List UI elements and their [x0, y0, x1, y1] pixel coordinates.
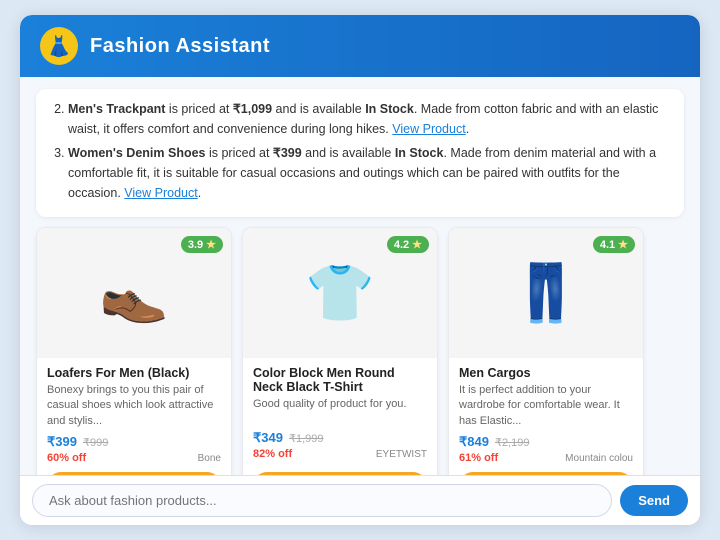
rating-star-1: ★ [412, 238, 422, 251]
rating-star-2: ★ [618, 238, 628, 251]
discount-2: 61% off [459, 452, 498, 464]
item3-view-link[interactable]: View Product [124, 186, 197, 200]
price-current-2: ₹849 [459, 434, 489, 450]
product-card-0: 👞 3.9 ★ Loafers For Men (Black) Bonexy b… [36, 227, 232, 475]
product-card-1: 👕 4.2 ★ Color Block Men Round Neck Black… [242, 227, 438, 475]
item2-product-name: Men's Trackpant [68, 102, 165, 116]
input-bar: Send [20, 475, 700, 525]
product-info-0: Loafers For Men (Black) Bonexy brings to… [37, 358, 231, 472]
item2-availability: In Stock [365, 102, 414, 116]
price-original-1: ₹1,999 [289, 432, 324, 445]
header-logo: 👗 [40, 27, 78, 65]
app-container: 👗 Fashion Assistant Men's Trackpant is p… [20, 15, 700, 525]
product-emoji-2: 👖 [511, 260, 581, 326]
product-desc-2: It is perfect addition to your wardrobe … [459, 383, 633, 429]
item3-price: ₹399 [273, 146, 302, 160]
header: 👗 Fashion Assistant [20, 15, 700, 77]
rating-badge-2: 4.1 ★ [593, 236, 635, 253]
products-row: 👞 3.9 ★ Loafers For Men (Black) Bonexy b… [36, 227, 684, 475]
chat-input[interactable] [32, 484, 612, 517]
product-card-2: 👖 4.1 ★ Men Cargos It is perfect additio… [448, 227, 644, 475]
message-bubble: Men's Trackpant is priced at ₹1,099 and … [36, 89, 684, 217]
product-name-1: Color Block Men Round Neck Black T-Shirt [253, 366, 427, 394]
rating-badge-0: 3.9 ★ [181, 236, 223, 253]
rating-star-0: ★ [206, 238, 216, 251]
add-to-cart-2[interactable]: Add to Cart [459, 472, 633, 475]
add-to-cart-0[interactable]: Add to Cart [47, 472, 221, 475]
brand-1: EYETWIST [376, 449, 427, 460]
add-to-cart-1[interactable]: Add to Cart [253, 472, 427, 475]
product-info-1: Color Block Men Round Neck Black T-Shirt… [243, 358, 437, 472]
product-name-0: Loafers For Men (Black) [47, 366, 221, 380]
rating-value-1: 4.2 [394, 239, 409, 251]
item2-view-link[interactable]: View Product [392, 122, 465, 136]
product-image-1: 👕 4.2 ★ [243, 228, 437, 358]
logo-emoji: 👗 [47, 34, 72, 59]
price-current-0: ₹399 [47, 434, 77, 450]
product-image-0: 👞 3.9 ★ [37, 228, 231, 358]
price-current-1: ₹349 [253, 430, 283, 446]
chat-area: Men's Trackpant is priced at ₹1,099 and … [20, 77, 700, 475]
brand-2: Mountain colou [565, 453, 633, 464]
product-emoji-1: 👕 [305, 260, 375, 326]
product-desc-0: Bonexy brings to you this pair of casual… [47, 383, 221, 429]
send-button[interactable]: Send [620, 485, 688, 516]
product-image-2: 👖 4.1 ★ [449, 228, 643, 358]
discount-1: 82% off [253, 448, 292, 460]
product-info-2: Men Cargos It is perfect addition to you… [449, 358, 643, 472]
rating-value-2: 4.1 [600, 239, 615, 251]
product-desc-1: Good quality of product for you. [253, 397, 427, 425]
rating-badge-1: 4.2 ★ [387, 236, 429, 253]
discount-0: 60% off [47, 452, 86, 464]
product-name-2: Men Cargos [459, 366, 633, 380]
item3-availability: In Stock [395, 146, 444, 160]
price-original-0: ₹999 [83, 436, 108, 449]
product-emoji-0: 👞 [99, 265, 169, 321]
header-title: Fashion Assistant [90, 35, 270, 58]
brand-0: Bone [198, 453, 221, 464]
rating-value-0: 3.9 [188, 239, 203, 251]
item2-price: ₹1,099 [233, 102, 272, 116]
price-original-2: ₹2,199 [495, 436, 530, 449]
item3-product-name: Women's Denim Shoes [68, 146, 206, 160]
